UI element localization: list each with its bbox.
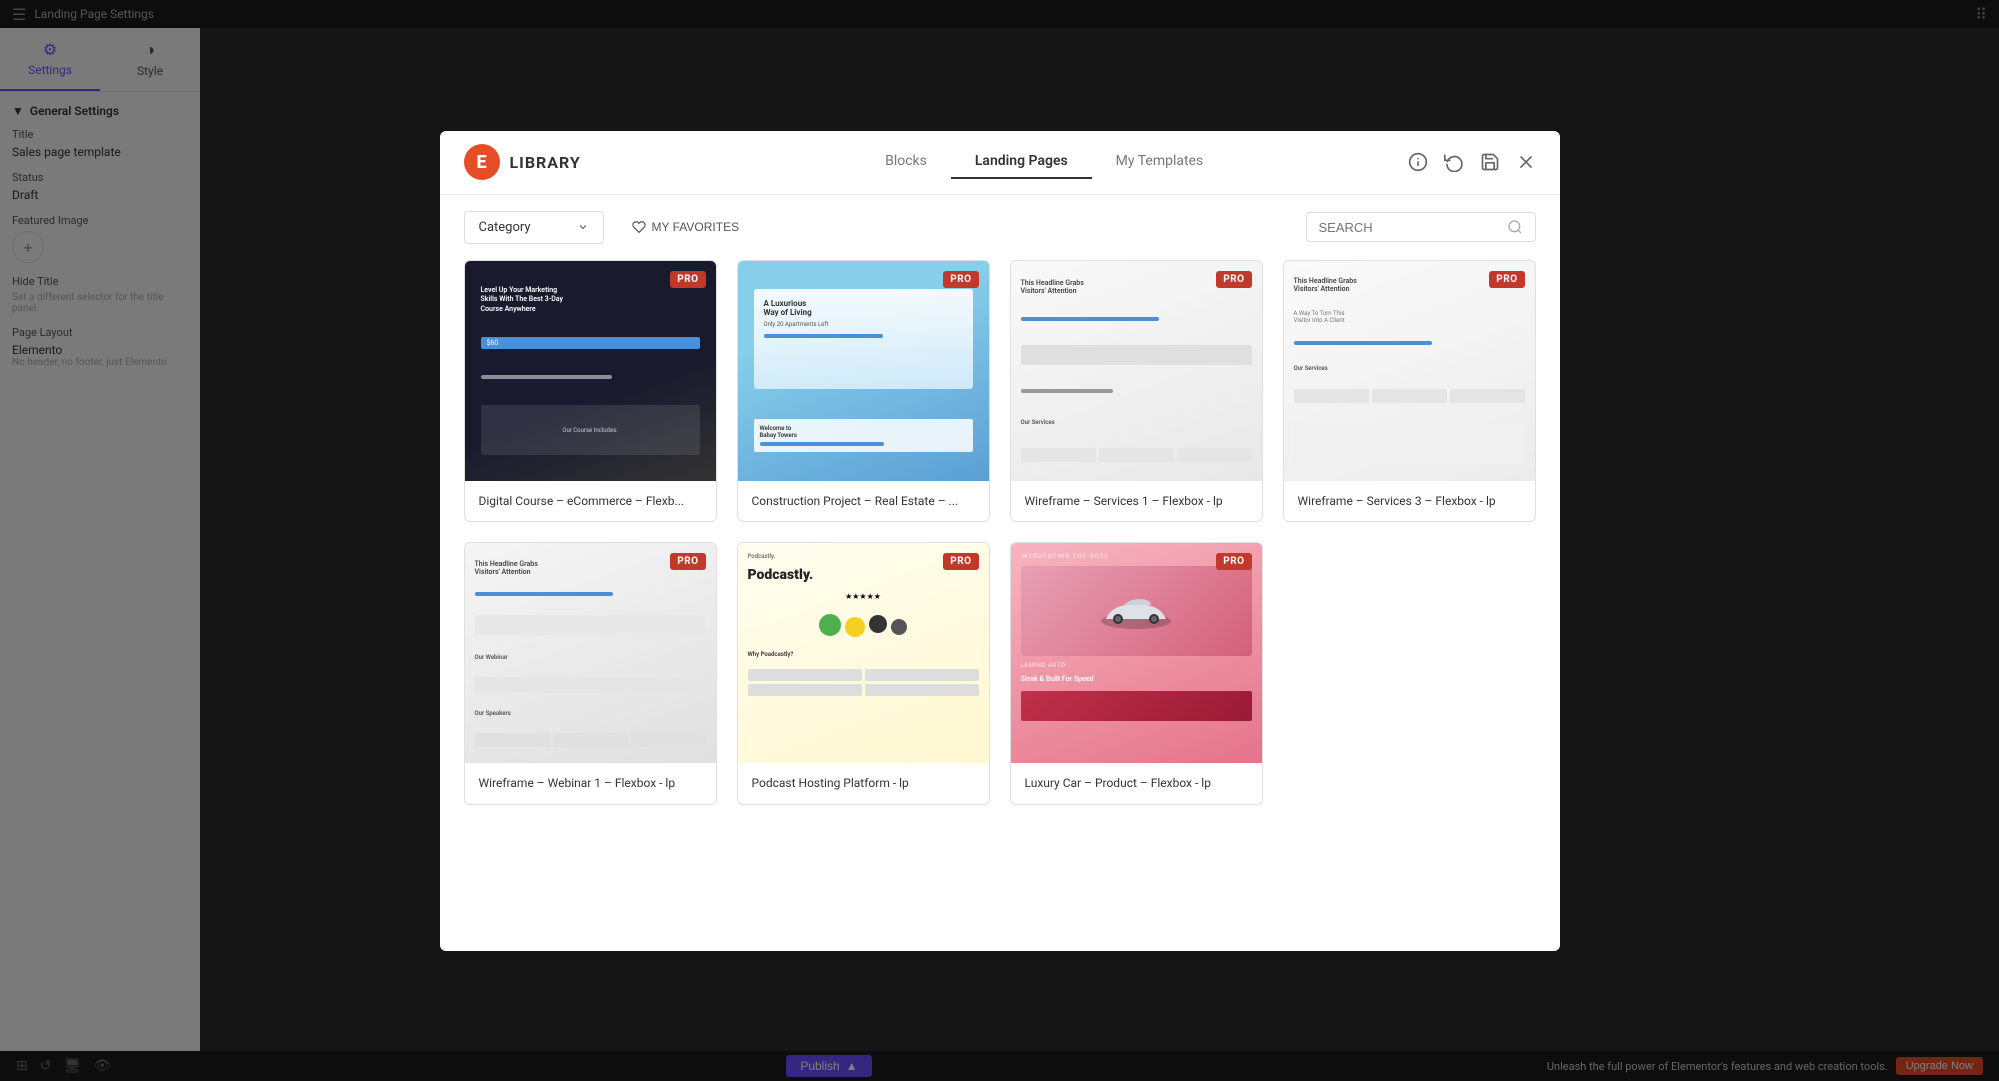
pro-badge: PRO xyxy=(1216,553,1251,570)
template-card-wireframe-services-1[interactable]: PRO This Headline GrabsVisitors' Attenti… xyxy=(1010,260,1263,523)
templates-grid-row1: PRO Level Up Your MarketingSkills With T… xyxy=(464,260,1536,523)
template-thumb: PRO This Headline GrabsVisitors' Attenti… xyxy=(1284,261,1535,481)
search-box xyxy=(1306,212,1536,242)
library-modal: E LIBRARY Blocks Landing Pages My Templa… xyxy=(440,131,1560,951)
modal-content[interactable]: PRO Level Up Your MarketingSkills With T… xyxy=(440,260,1560,951)
modal-header-icons xyxy=(1408,152,1536,172)
template-title: Wireframe – Webinar 1 – Flexbox - lp xyxy=(465,763,716,804)
template-card-wireframe-services-3[interactable]: PRO This Headline GrabsVisitors' Attenti… xyxy=(1283,260,1536,523)
template-thumb: PRO INTRODUCING THE GQ25 xyxy=(1011,543,1262,763)
modal-toolbar: Category MY FAVORITES xyxy=(440,195,1560,260)
template-thumb: PRO Level Up Your MarketingSkills With T… xyxy=(465,261,716,481)
close-button[interactable] xyxy=(1516,152,1536,172)
pro-badge: PRO xyxy=(670,271,705,288)
template-title: Luxury Car – Product – Flexbox - lp xyxy=(1011,763,1262,804)
tab-my-templates[interactable]: My Templates xyxy=(1092,145,1228,179)
template-thumb: PRO This Headline GrabsVisitors' Attenti… xyxy=(465,543,716,763)
templates-grid-row2: PRO This Headline GrabsVisitors' Attenti… xyxy=(464,542,1536,805)
search-icon xyxy=(1507,219,1523,235)
template-card-podcast[interactable]: PRO Podcastly. Podcastly. ★★★★★ xyxy=(737,542,990,805)
tab-blocks[interactable]: Blocks xyxy=(861,145,951,179)
pro-badge: PRO xyxy=(1216,271,1251,288)
modal-header: E LIBRARY Blocks Landing Pages My Templa… xyxy=(440,131,1560,195)
template-card-construction[interactable]: PRO A LuxuriousWay of Living Only 20 Apa… xyxy=(737,260,990,523)
library-title: LIBRARY xyxy=(510,153,581,172)
template-thumb: PRO Podcastly. Podcastly. ★★★★★ xyxy=(738,543,989,763)
info-button[interactable] xyxy=(1408,152,1428,172)
favorites-button[interactable]: MY FAVORITES xyxy=(620,214,752,240)
modal-overlay: E LIBRARY Blocks Landing Pages My Templa… xyxy=(0,0,1999,1081)
template-thumb: PRO A LuxuriousWay of Living Only 20 Apa… xyxy=(738,261,989,481)
template-title: Digital Course – eCommerce – Flexb... xyxy=(465,481,716,522)
template-card-webinar[interactable]: PRO This Headline GrabsVisitors' Attenti… xyxy=(464,542,717,805)
library-logo: E xyxy=(464,144,500,180)
template-card-luxury-car[interactable]: PRO INTRODUCING THE GQ25 xyxy=(1010,542,1263,805)
pro-badge: PRO xyxy=(670,553,705,570)
template-title: Podcast Hosting Platform - lp xyxy=(738,763,989,804)
template-title: Construction Project – Real Estate – ... xyxy=(738,481,989,522)
pro-badge: PRO xyxy=(1489,271,1524,288)
tab-landing-pages[interactable]: Landing Pages xyxy=(951,145,1092,179)
pro-badge: PRO xyxy=(943,271,978,288)
chevron-down-icon xyxy=(577,221,589,233)
refresh-button[interactable] xyxy=(1444,152,1464,172)
category-dropdown[interactable]: Category xyxy=(464,211,604,244)
template-thumb: PRO This Headline GrabsVisitors' Attenti… xyxy=(1011,261,1262,481)
modal-tabs: Blocks Landing Pages My Templates xyxy=(681,145,1408,179)
heart-icon xyxy=(632,220,646,234)
template-title: Wireframe – Services 1 – Flexbox - lp xyxy=(1011,481,1262,522)
template-card-digital-course[interactable]: PRO Level Up Your MarketingSkills With T… xyxy=(464,260,717,523)
template-title: Wireframe – Services 3 – Flexbox - lp xyxy=(1284,481,1535,522)
save-button[interactable] xyxy=(1480,152,1500,172)
search-input[interactable] xyxy=(1319,220,1499,235)
pro-badge: PRO xyxy=(943,553,978,570)
